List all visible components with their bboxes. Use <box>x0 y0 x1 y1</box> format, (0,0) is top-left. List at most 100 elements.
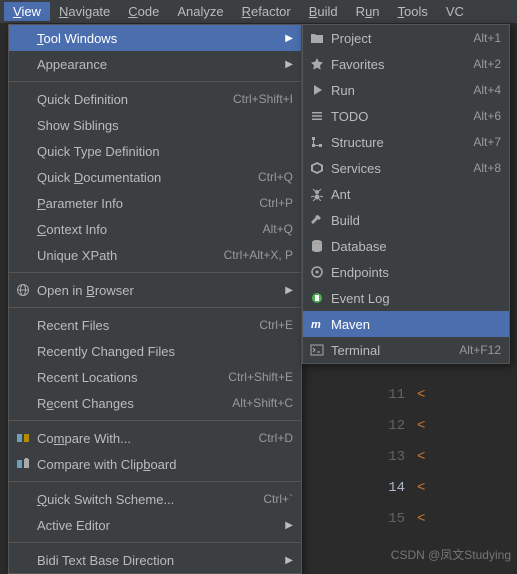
menu-item-quick-documentation[interactable]: Quick DocumentationCtrl+Q <box>9 164 301 190</box>
menubar: ViewNavigateCodeAnalyzeRefactorBuildRunT… <box>0 0 517 24</box>
menu-item-unique-xpath[interactable]: Unique XPathCtrl+Alt+X, P <box>9 242 301 268</box>
menubar-item-refactor[interactable]: Refactor <box>233 2 300 21</box>
submenu-item-label: Build <box>331 213 501 228</box>
menu-item-show-siblings[interactable]: Show Siblings <box>9 112 301 138</box>
submenu-item-run[interactable]: RunAlt+4 <box>303 77 509 103</box>
menu-item-label: Recent Locations <box>37 370 216 385</box>
menubar-item-build[interactable]: Build <box>300 2 347 21</box>
menubar-item-vc[interactable]: VC <box>437 2 473 21</box>
menu-item-shortcut: Ctrl+P <box>247 196 293 210</box>
submenu-item-shortcut: Alt+4 <box>461 83 501 97</box>
submenu-arrow-icon: ▶ <box>285 59 293 70</box>
submenu-item-services[interactable]: ServicesAlt+8 <box>303 155 509 181</box>
todo-icon <box>309 108 325 124</box>
menu-item-shortcut: Ctrl+D <box>247 431 293 445</box>
menubar-item-code[interactable]: Code <box>119 2 168 21</box>
menu-item-label: Show Siblings <box>37 118 293 133</box>
submenu-arrow-icon: ▶ <box>285 33 293 44</box>
menu-item-quick-definition[interactable]: Quick DefinitionCtrl+Shift+I <box>9 86 301 112</box>
menu-item-recent-changes[interactable]: Recent ChangesAlt+Shift+C <box>9 390 301 416</box>
editor-line: 11< <box>377 380 517 411</box>
menubar-item-tools[interactable]: Tools <box>389 2 437 21</box>
menu-separator <box>9 81 301 82</box>
submenu-item-shortcut: Alt+2 <box>461 57 501 71</box>
menu-item-recent-files[interactable]: Recent FilesCtrl+E <box>9 312 301 338</box>
menu-separator <box>9 307 301 308</box>
menu-item-quick-type-definition[interactable]: Quick Type Definition <box>9 138 301 164</box>
maven-icon: m <box>309 316 325 332</box>
menu-item-label: Tool Windows <box>37 31 277 46</box>
menubar-item-analyze[interactable]: Analyze <box>168 2 232 21</box>
menu-item-tool-windows[interactable]: Tool Windows ▶ <box>9 25 301 51</box>
terminal-icon <box>309 342 325 358</box>
menu-item-active-editor[interactable]: Active Editor▶ <box>9 512 301 538</box>
structure-icon <box>309 134 325 150</box>
menu-item-label: Recent Changes <box>37 396 220 411</box>
menu-item-shortcut: Ctrl+E <box>247 318 293 332</box>
menu-item-label: Compare with Clipboard <box>37 457 293 472</box>
menu-item-context-info[interactable]: Context InfoAlt+Q <box>9 216 301 242</box>
menu-item-recently-changed-files[interactable]: Recently Changed Files <box>9 338 301 364</box>
menu-item-label: Recent Files <box>37 318 247 333</box>
submenu-item-label: TODO <box>331 109 461 124</box>
submenu-item-shortcut: Alt+1 <box>461 31 501 45</box>
editor-line: 13< <box>377 442 517 473</box>
menu-item-quick-switch-scheme-[interactable]: Quick Switch Scheme...Ctrl+` <box>9 486 301 512</box>
submenu-item-terminal[interactable]: TerminalAlt+F12 <box>303 337 509 363</box>
menu-item-label: Active Editor <box>37 518 277 533</box>
submenu-arrow-icon: ▶ <box>285 555 293 566</box>
menu-item-label: Quick Definition <box>37 92 221 107</box>
tool-windows-submenu: ProjectAlt+1FavoritesAlt+2RunAlt+4TODOAl… <box>302 24 510 364</box>
submenu-item-endpoints[interactable]: Endpoints <box>303 259 509 285</box>
submenu-item-label: Services <box>331 161 461 176</box>
ant-icon <box>309 186 325 202</box>
menubar-item-view[interactable]: View <box>4 2 50 21</box>
menu-item-label: Quick Documentation <box>37 170 246 185</box>
menu-item-recent-locations[interactable]: Recent LocationsCtrl+Shift+E <box>9 364 301 390</box>
submenu-item-label: Database <box>331 239 501 254</box>
submenu-item-event-log[interactable]: Event Log <box>303 285 509 311</box>
menu-item-shortcut: Alt+Q <box>251 222 293 236</box>
submenu-item-shortcut: Alt+6 <box>461 109 501 123</box>
menu-item-parameter-info[interactable]: Parameter InfoCtrl+P <box>9 190 301 216</box>
menu-separator <box>9 481 301 482</box>
compare-clip-icon <box>15 456 31 472</box>
svg-text:m: m <box>311 319 321 331</box>
menu-item-label: Recently Changed Files <box>37 344 293 359</box>
submenu-item-build[interactable]: Build <box>303 207 509 233</box>
submenu-item-label: Event Log <box>331 291 501 306</box>
services-icon <box>309 160 325 176</box>
menu-item-shortcut: Alt+Shift+C <box>220 396 293 410</box>
submenu-item-favorites[interactable]: FavoritesAlt+2 <box>303 51 509 77</box>
endpoints-icon <box>309 264 325 280</box>
submenu-item-maven[interactable]: mMaven <box>303 311 509 337</box>
menu-item-compare-with-clipboard[interactable]: Compare with Clipboard <box>9 451 301 477</box>
menu-item-open-in-browser[interactable]: Open in Browser▶ <box>9 277 301 303</box>
globe-icon <box>15 282 31 298</box>
database-icon <box>309 238 325 254</box>
menu-item-compare-with-[interactable]: Compare With...Ctrl+D <box>9 425 301 451</box>
menu-separator <box>9 272 301 273</box>
menu-item-appearance[interactable]: Appearance ▶ <box>9 51 301 77</box>
star-icon <box>309 56 325 72</box>
menu-separator <box>9 420 301 421</box>
editor-line: 14< <box>377 473 517 504</box>
submenu-item-label: Structure <box>331 135 461 150</box>
menu-item-label: Appearance <box>37 57 277 72</box>
submenu-item-label: Favorites <box>331 57 461 72</box>
submenu-item-database[interactable]: Database <box>303 233 509 259</box>
menubar-item-navigate[interactable]: Navigate <box>50 2 119 21</box>
submenu-item-structure[interactable]: StructureAlt+7 <box>303 129 509 155</box>
menu-item-label: Open in Browser <box>37 283 277 298</box>
menu-item-bidi-text-base-direction[interactable]: Bidi Text Base Direction▶ <box>9 547 301 573</box>
submenu-item-todo[interactable]: TODOAlt+6 <box>303 103 509 129</box>
submenu-item-label: Run <box>331 83 461 98</box>
view-menu: Tool Windows ▶ Appearance ▶ Quick Definition… <box>8 24 302 574</box>
submenu-item-ant[interactable]: Ant <box>303 181 509 207</box>
submenu-item-label: Endpoints <box>331 265 501 280</box>
submenu-item-project[interactable]: ProjectAlt+1 <box>303 25 509 51</box>
menu-item-shortcut: Ctrl+Shift+I <box>221 92 293 106</box>
submenu-item-label: Ant <box>331 187 501 202</box>
menubar-item-run[interactable]: Run <box>347 2 389 21</box>
menu-item-label: Quick Switch Scheme... <box>37 492 251 507</box>
